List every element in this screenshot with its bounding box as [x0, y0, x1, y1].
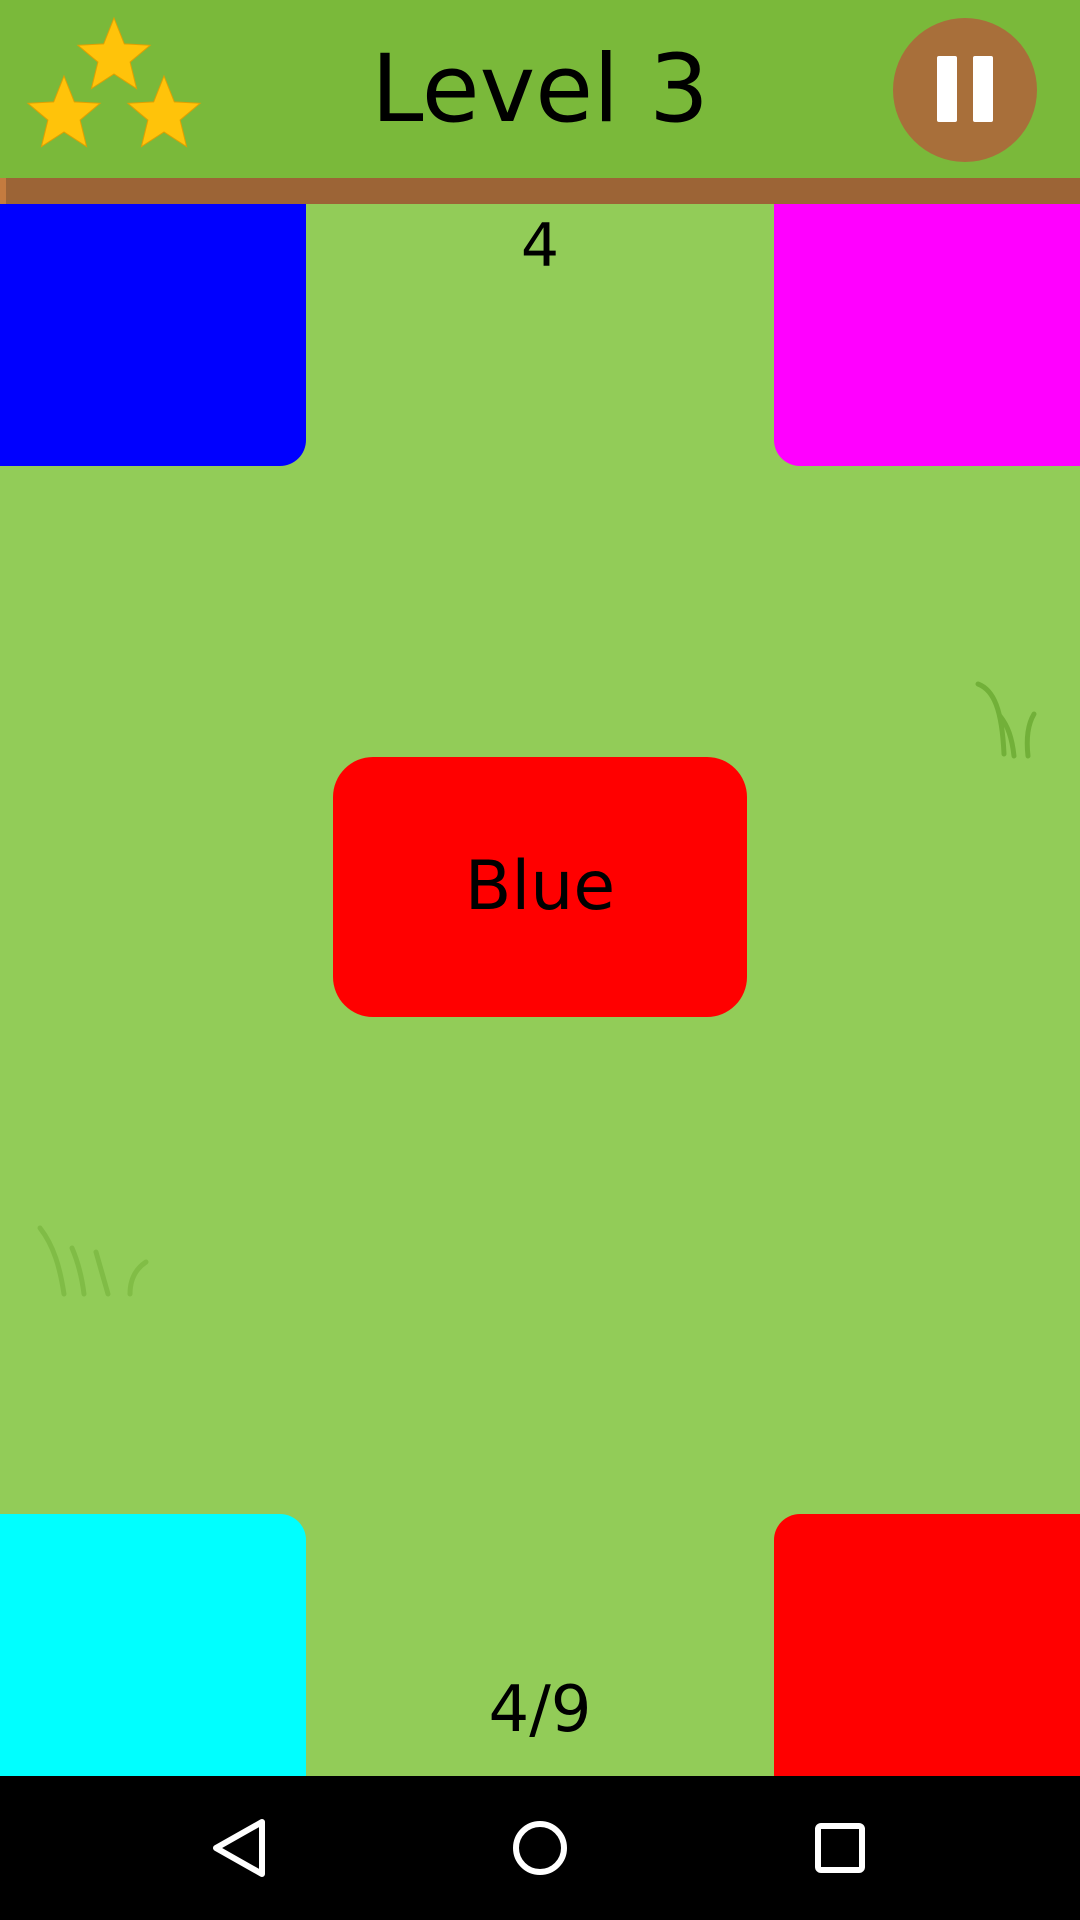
- progress-counter: 4/9: [488, 1673, 592, 1747]
- back-triangle-icon: [213, 1819, 265, 1877]
- star-icon: [126, 74, 202, 148]
- pause-button[interactable]: [893, 18, 1037, 162]
- color-tile-magenta[interactable]: [774, 204, 1080, 466]
- back-button[interactable]: [190, 1798, 290, 1898]
- system-nav-bar: [0, 1776, 1080, 1920]
- star-icon: [26, 74, 102, 148]
- home-circle-icon: [513, 1821, 567, 1875]
- recents-button[interactable]: [790, 1798, 890, 1898]
- word-card[interactable]: Blue: [333, 757, 747, 1017]
- color-tile-red[interactable]: [774, 1514, 1080, 1776]
- color-tile-cyan[interactable]: [0, 1514, 306, 1776]
- dirt-divider: [0, 178, 1080, 204]
- grass-tuft: [972, 676, 1042, 760]
- pause-icon: [973, 56, 993, 122]
- word-card-label: Blue: [464, 847, 616, 926]
- home-button[interactable]: [490, 1798, 590, 1898]
- star-icon: [76, 16, 152, 90]
- grass-tuft: [34, 1222, 152, 1298]
- stars-graphic: [26, 16, 202, 148]
- remaining-counter: 4: [520, 211, 560, 281]
- star-rating: [0, 0, 230, 178]
- top-bar: Level 3: [0, 0, 1080, 178]
- color-tile-blue[interactable]: [0, 204, 306, 466]
- pause-icon: [937, 56, 957, 122]
- recents-square-icon: [815, 1823, 865, 1873]
